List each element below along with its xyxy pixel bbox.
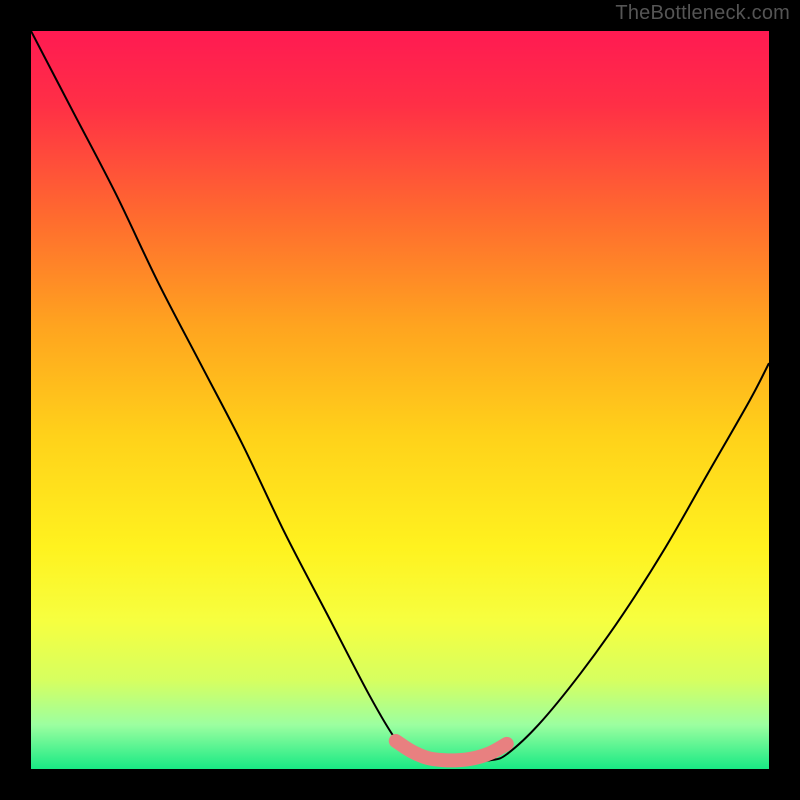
bottleneck-plot xyxy=(31,31,769,769)
chart-frame: TheBottleneck.com xyxy=(0,0,800,800)
watermark-text: TheBottleneck.com xyxy=(615,2,790,25)
gradient-bg xyxy=(31,31,769,769)
plot-svg xyxy=(31,31,769,769)
